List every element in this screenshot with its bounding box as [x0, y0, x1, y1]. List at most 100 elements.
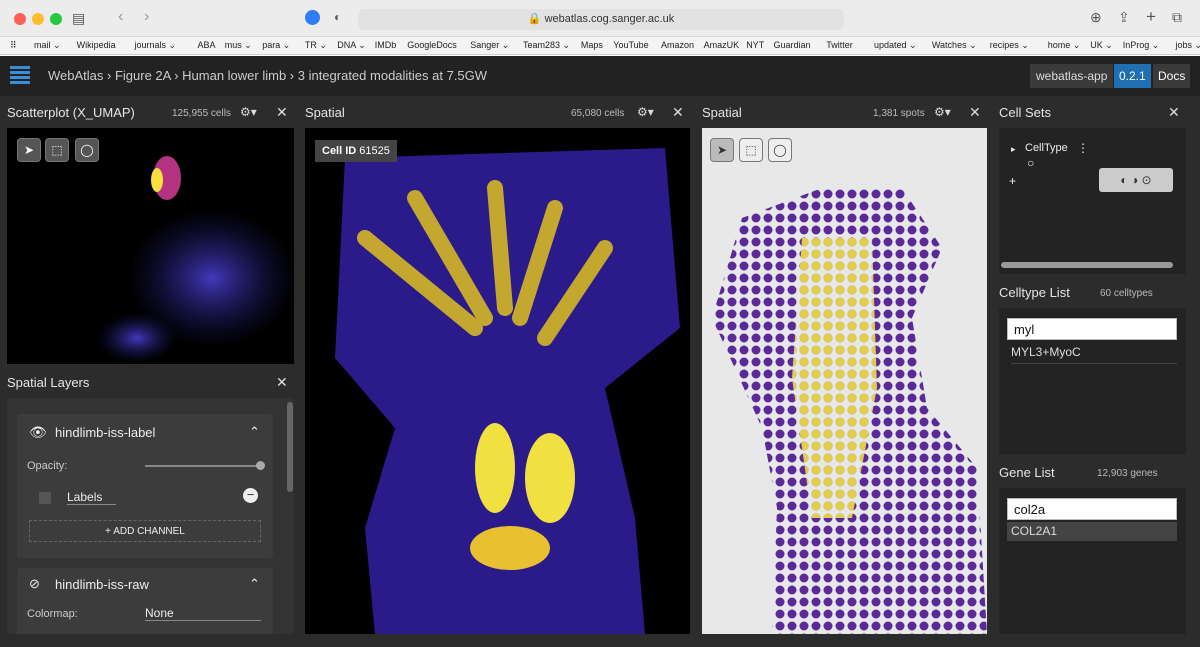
bookmark-item[interactable]: Amazon [661, 40, 694, 50]
bookmark-item[interactable]: jobs ⌄ [1176, 40, 1200, 51]
bookmark-item[interactable]: IMDb [375, 40, 397, 50]
bookmark-item[interactable]: GoogleDocs [407, 40, 457, 50]
node-circle-icon[interactable]: ○ [1027, 156, 1034, 170]
spatial2-gear-icon[interactable]: ⚙▾ [934, 105, 951, 119]
bookmark-item[interactable]: YouTube [613, 40, 648, 50]
bookmark-item[interactable]: Guardian [774, 40, 811, 50]
lasso-select-button[interactable]: ◯ [768, 138, 792, 162]
scatter-close-icon[interactable]: ✕ [276, 104, 288, 121]
webatlas-app: WebAtlas › Figure 2A › Human lower limb … [0, 56, 1200, 647]
opacity-label: Opacity: [27, 460, 68, 472]
gene-result[interactable]: COL2A1 [1007, 522, 1177, 541]
select-tool-button[interactable]: ➤ [17, 138, 41, 162]
privacy-icon[interactable] [305, 10, 320, 25]
bookmark-item[interactable]: journals ⌄ [135, 40, 177, 51]
spatial2-title: Spatial [702, 105, 742, 120]
bookmark-item[interactable]: Twitter [826, 40, 853, 50]
scrollbar[interactable] [287, 402, 293, 492]
add-set-icon[interactable]: + [1009, 174, 1016, 188]
spatial2-view[interactable]: ➤ ⬚ ◯ [702, 128, 987, 634]
celltype-title: Celltype List [999, 285, 1070, 300]
bookmark-item[interactable]: para ⌄ [262, 40, 290, 51]
celltype-panel: MYL3+MyoC [999, 308, 1186, 454]
bookmark-item[interactable]: Maps [581, 40, 603, 50]
maximize-window-button[interactable] [50, 13, 62, 25]
opacity-slider[interactable] [145, 461, 265, 470]
remove-icon[interactable]: − [243, 488, 258, 503]
celltype-node[interactable]: CellType [1025, 142, 1068, 154]
select-tool-button[interactable]: ➤ [710, 138, 734, 162]
app-name-badge: webatlas-app [1030, 64, 1114, 88]
add-channel-button[interactable]: + ADD CHANNEL [29, 520, 261, 542]
apps-icon[interactable]: ⠿ [10, 40, 17, 51]
gene-search-input[interactable] [1007, 498, 1177, 520]
app-header: WebAtlas › Figure 2A › Human lower limb … [0, 56, 1200, 96]
expand-icon[interactable]: ▸ [1011, 144, 1016, 155]
bookmark-item[interactable]: Watches ⌄ [932, 40, 977, 51]
bookmark-item[interactable]: Team283 ⌄ [523, 40, 570, 51]
spatial1-gear-icon[interactable]: ⚙▾ [637, 105, 654, 119]
cellsets-title: Cell Sets [999, 105, 1052, 120]
minimize-window-button[interactable] [32, 13, 44, 25]
celltype-search-input[interactable] [1007, 318, 1177, 340]
celltype-result[interactable]: MYL3+MyoC [1011, 345, 1177, 364]
scatter-gear-icon[interactable]: ⚙▾ [240, 105, 257, 119]
labels-checkbox[interactable] [39, 492, 51, 504]
url-bar[interactable]: 🔒 webatlas.cog.sanger.ac.uk [358, 9, 844, 30]
bookmark-item[interactable]: UK ⌄ [1090, 40, 1113, 51]
layers-panel: 👁 hindlimb-iss-label ⌃ Opacity: Labels −… [7, 398, 294, 634]
breadcrumb[interactable]: WebAtlas › Figure 2A › Human lower limb … [48, 68, 487, 83]
shield-icon[interactable]: ◐ [334, 10, 341, 24]
bookmark-item[interactable]: mail ⌄ [34, 40, 61, 51]
bookmark-item[interactable]: ABA [198, 40, 216, 50]
bookmarks-bar: ⠿ mail ⌄ Wikipedia journals ⌄ ABA mus ⌄ para ⌄… [0, 37, 1200, 55]
tabs-icon[interactable]: ⧉ [1172, 9, 1182, 26]
bookmark-item[interactable]: updated ⌄ [874, 40, 917, 51]
tooltip-value: 61525 [359, 145, 390, 157]
chevron-up-icon[interactable]: ⌃ [249, 576, 260, 592]
celltype-count: 60 celltypes [1100, 288, 1153, 299]
spatial1-close-icon[interactable]: ✕ [672, 104, 684, 121]
bookmark-item[interactable]: mus ⌄ [225, 40, 252, 51]
eye-icon[interactable]: 👁 [29, 424, 47, 441]
tissue-image [335, 148, 680, 634]
scatter-plot[interactable]: ➤ ⬚ ◯ [7, 128, 294, 364]
bookmark-item[interactable]: NYT [746, 40, 764, 50]
lasso-select-button[interactable]: ◯ [75, 138, 99, 162]
bone-base [470, 526, 550, 570]
node-menu-icon[interactable]: ⋮ [1077, 141, 1089, 155]
gene-count: 12,903 genes [1097, 468, 1158, 479]
bookmark-item[interactable]: InProg ⌄ [1123, 40, 1160, 51]
slider-thumb[interactable] [256, 461, 265, 470]
bookmark-item[interactable]: DNA ⌄ [337, 40, 366, 51]
layer-card-raw: ⊘ hindlimb-iss-raw ⌃ Colormap: None [17, 568, 273, 634]
rect-select-button[interactable]: ⬚ [739, 138, 763, 162]
bookmark-item[interactable]: AmazUK [704, 40, 740, 50]
spatial1-view[interactable]: Cell ID 61525 [305, 128, 690, 634]
umap-plot [97, 156, 294, 363]
colormap-select[interactable]: None [145, 606, 261, 621]
bone-lower [525, 433, 575, 523]
back-icon[interactable]: ‹ [118, 8, 123, 26]
cellsets-close-icon[interactable]: ✕ [1168, 104, 1180, 121]
layers-close-icon[interactable]: ✕ [276, 374, 288, 391]
bookmark-item[interactable]: Wikipedia [77, 40, 116, 50]
spatial2-close-icon[interactable]: ✕ [969, 104, 981, 121]
download-icon[interactable]: ⊕ [1090, 9, 1102, 26]
bookmark-item[interactable]: TR ⌄ [305, 40, 327, 51]
bookmark-item[interactable]: home ⌄ [1048, 40, 1081, 51]
rect-select-button[interactable]: ⬚ [45, 138, 69, 162]
new-tab-icon[interactable]: + [1146, 7, 1156, 27]
eye-off-icon[interactable]: ⊘ [29, 576, 40, 592]
close-window-button[interactable] [14, 13, 26, 25]
labels-select[interactable]: Labels [67, 490, 117, 505]
share-icon[interactable]: ⇪ [1118, 9, 1130, 26]
chevron-up-icon[interactable]: ⌃ [249, 424, 260, 440]
umap-cluster-yellow [151, 168, 163, 192]
docs-button[interactable]: Docs [1153, 64, 1191, 88]
bookmark-item[interactable]: recipes ⌄ [990, 40, 1029, 51]
cellsets-scrollbar[interactable] [1001, 262, 1173, 268]
forward-icon[interactable]: › [144, 8, 149, 26]
bookmark-item[interactable]: Sanger ⌄ [470, 40, 509, 51]
sidebar-icon[interactable]: ▤ [72, 10, 85, 27]
